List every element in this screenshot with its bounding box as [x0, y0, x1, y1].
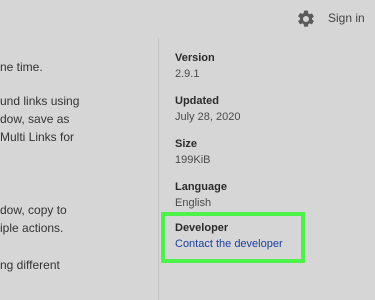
highlight-box: [161, 212, 305, 263]
description-line: ne time.: [0, 60, 43, 74]
description-line: dow, copy to: [0, 203, 67, 217]
description-line: und links using: [0, 94, 80, 108]
size-label: Size: [175, 138, 198, 150]
description-line: iple actions.: [0, 221, 64, 235]
language-info: Language English: [175, 181, 227, 209]
description-line: ng different: [0, 258, 60, 272]
gear-icon[interactable]: [296, 9, 316, 29]
sign-in-link[interactable]: Sign in: [328, 11, 365, 25]
updated-value: July 28, 2020: [175, 111, 241, 123]
column-divider: [158, 38, 159, 300]
version-label: Version: [175, 52, 215, 64]
version-value: 2.9.1: [175, 68, 200, 80]
description-line: dow, save as: [0, 112, 70, 126]
size-info: Size 199KiB: [175, 138, 210, 166]
size-value: 199KiB: [175, 154, 211, 166]
top-bar: Sign in: [0, 0, 375, 38]
updated-label: Updated: [175, 95, 219, 107]
description-line: Multi Links for: [0, 130, 75, 144]
version-info: Version 2.9.1: [175, 52, 215, 80]
language-label: Language: [175, 181, 227, 193]
updated-info: Updated July 28, 2020: [175, 95, 240, 123]
language-value: English: [175, 197, 212, 209]
description-text: ne time. und links using dow, save as Mu…: [0, 48, 150, 300]
